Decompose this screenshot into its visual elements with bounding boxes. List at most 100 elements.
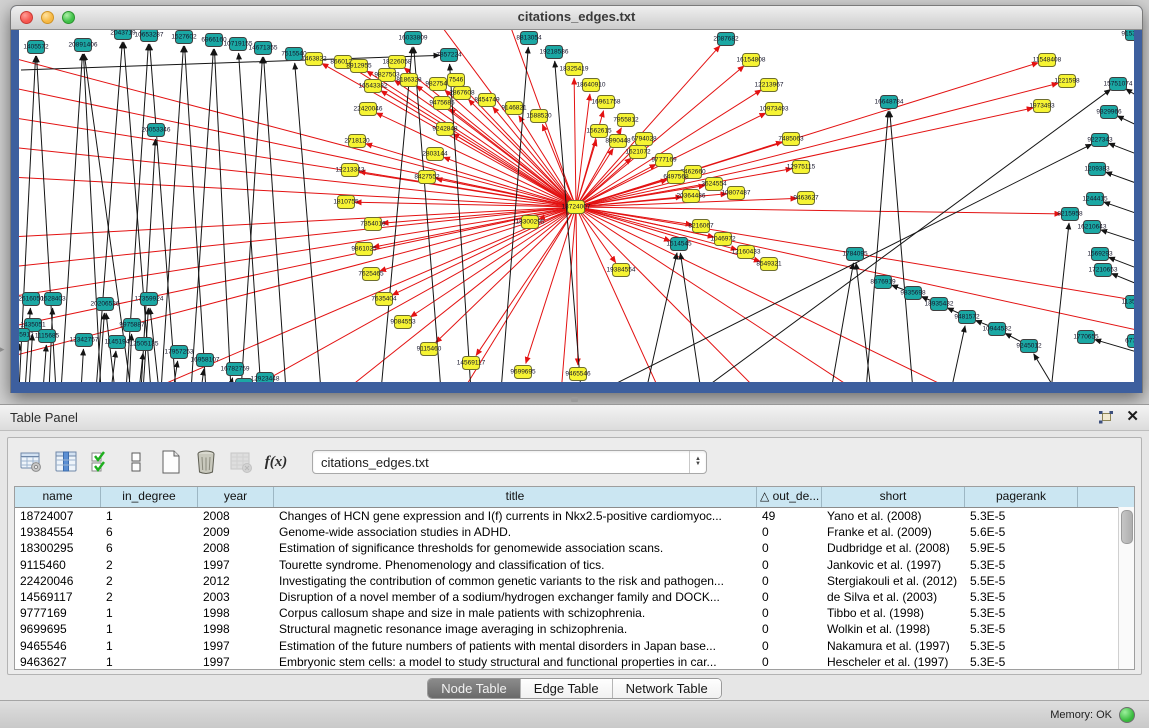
minimize-window-button[interactable] xyxy=(41,11,54,24)
graph-node[interactable]: 9227343 xyxy=(1087,134,1113,147)
graph-node[interactable]: 8427552 xyxy=(414,171,440,184)
graph-node[interactable]: 9975887 xyxy=(119,319,145,332)
graph-node[interactable]: 19384554 xyxy=(607,264,636,277)
graph-node[interactable]: 16154808 xyxy=(737,54,766,67)
function-builder-icon[interactable]: f(x) xyxy=(263,449,289,475)
graph-node[interactable]: 20364486 xyxy=(677,190,706,203)
graph-edge[interactable] xyxy=(576,94,590,207)
graph-edge[interactable] xyxy=(1111,273,1134,288)
graph-node[interactable]: 1046972 xyxy=(710,233,736,246)
graph-edge[interactable] xyxy=(19,207,576,267)
panel-splitter-grip[interactable] xyxy=(571,397,578,402)
graph-node[interactable]: 9465546 xyxy=(565,368,591,381)
graph-node[interactable]: 8912955 xyxy=(346,60,372,73)
graph-edge[interactable] xyxy=(890,111,913,382)
graph-node[interactable]: 7546 xyxy=(448,74,465,87)
graph-node[interactable]: 6794028 xyxy=(631,133,657,146)
table-row[interactable]: 946362711997Embryonic stem cells: a mode… xyxy=(15,654,1134,670)
graph-node[interactable]: 1562615 xyxy=(586,125,612,138)
tab-node-table[interactable]: Node Table xyxy=(428,679,520,698)
graph-edge[interactable] xyxy=(84,54,131,382)
new-table-icon[interactable] xyxy=(158,449,184,475)
column-header-year[interactable]: year xyxy=(198,487,274,507)
graph-edge[interactable] xyxy=(856,263,871,382)
graph-node[interactable]: 8454749 xyxy=(474,94,500,107)
graph-edge[interactable] xyxy=(1126,89,1134,102)
graph-edge[interactable] xyxy=(1117,116,1134,130)
graph-node[interactable]: 2718120 xyxy=(344,135,370,148)
graph-node[interactable]: 8990448 xyxy=(605,135,631,148)
graph-node[interactable]: 7625465 xyxy=(358,268,384,281)
graph-node[interactable]: 12160433 xyxy=(732,246,761,259)
close-panel-icon[interactable]: ✕ xyxy=(1126,409,1139,425)
graph-node[interactable]: 1569293 xyxy=(1087,248,1113,261)
graph-node[interactable]: 1527602 xyxy=(171,31,197,44)
graph-node[interactable]: 1135305 xyxy=(1122,296,1134,309)
graph-node[interactable]: 1115685 xyxy=(35,330,60,343)
graph-node[interactable]: 9153954 xyxy=(1121,30,1134,41)
graph-node[interactable]: 1145194 xyxy=(105,336,130,349)
graph-edge[interactable] xyxy=(19,207,576,237)
delete-table-icon[interactable] xyxy=(193,449,219,475)
graph-edge[interactable] xyxy=(1051,223,1069,382)
graph-node[interactable]: 20891406 xyxy=(69,39,98,52)
column-header-in_degree[interactable]: in_degree xyxy=(101,487,198,507)
graph-node[interactable]: 1810755 xyxy=(333,196,359,209)
graph-node[interactable]: 12213967 xyxy=(755,79,784,92)
graph-edge[interactable] xyxy=(150,44,176,382)
close-window-button[interactable] xyxy=(20,11,33,24)
graph-node[interactable]: 8216067 xyxy=(688,220,714,233)
table-row[interactable]: 969969511998Structural magnetic resonanc… xyxy=(15,621,1134,637)
graph-node[interactable]: 15751074 xyxy=(1104,78,1133,91)
graph-edge[interactable] xyxy=(241,57,262,382)
graph-node[interactable]: 16961758 xyxy=(592,96,621,109)
window-titlebar[interactable]: citations_edges.txt xyxy=(11,6,1142,30)
graph-node[interactable]: 16210643 xyxy=(1078,221,1107,234)
graph-edge[interactable] xyxy=(61,54,82,382)
graph-node[interactable]: 8186328 xyxy=(396,74,422,87)
graph-node[interactable]: 1405572 xyxy=(23,41,49,54)
graph-edge[interactable] xyxy=(701,89,1111,382)
graph-node[interactable]: 9861025 xyxy=(351,243,377,256)
graph-node[interactable]: 7463822 xyxy=(301,53,327,66)
graph-node[interactable]: 2803144 xyxy=(422,148,448,161)
graph-node[interactable]: 10807487 xyxy=(722,187,751,200)
graph-node[interactable]: 1770655 xyxy=(1073,331,1099,344)
graph-node[interactable]: 18325419 xyxy=(560,63,589,76)
graph-edge[interactable] xyxy=(1108,143,1134,158)
graph-edge[interactable] xyxy=(646,253,677,382)
graph-edge[interactable] xyxy=(43,345,46,382)
graph-edge[interactable] xyxy=(574,78,576,207)
graph-node[interactable]: 11548408 xyxy=(1033,54,1062,67)
graph-node[interactable]: 16958107 xyxy=(191,354,220,367)
graph-node[interactable]: 9463627 xyxy=(793,192,819,205)
row-height-icon[interactable] xyxy=(123,449,149,475)
graph-node[interactable]: 677364 xyxy=(1125,335,1134,348)
graph-node[interactable]: 1588520 xyxy=(526,110,552,123)
graph-node[interactable]: 17359924 xyxy=(135,293,164,306)
graph-node[interactable]: 8549321 xyxy=(756,258,782,271)
graph-node[interactable]: 8676919 xyxy=(870,276,896,289)
graph-edge[interactable] xyxy=(19,207,576,297)
graph-edge[interactable] xyxy=(239,53,261,382)
table-vertical-scrollbar[interactable] xyxy=(1118,507,1134,669)
column-header-pagerank[interactable]: pagerank xyxy=(965,487,1078,507)
table-row[interactable]: 1872400712008Changes of HCN gene express… xyxy=(15,508,1134,524)
graph-node[interactable]: 12213343 xyxy=(336,164,365,177)
graph-edge[interactable] xyxy=(161,46,183,382)
graph-edge[interactable] xyxy=(214,49,231,382)
graph-edge[interactable] xyxy=(355,202,576,207)
graph-edge[interactable] xyxy=(83,54,101,382)
graph-node[interactable]: 1209383 xyxy=(1084,163,1110,176)
graph-node[interactable]: 7485063 xyxy=(778,133,804,146)
table-settings-icon[interactable] xyxy=(18,449,44,475)
graph-node[interactable]: 17957253 xyxy=(165,346,194,359)
graph-edge[interactable] xyxy=(1104,202,1134,217)
graph-node[interactable]: 9699695 xyxy=(510,366,536,379)
graph-node[interactable]: 14569117 xyxy=(457,357,486,370)
column-visibility-icon[interactable] xyxy=(53,449,79,475)
graph-edge[interactable] xyxy=(19,147,576,207)
table-row[interactable]: 1456911722003Disruption of a novel membe… xyxy=(15,589,1134,605)
graph-edge[interactable] xyxy=(1105,172,1134,187)
graph-edge[interactable] xyxy=(435,207,576,343)
